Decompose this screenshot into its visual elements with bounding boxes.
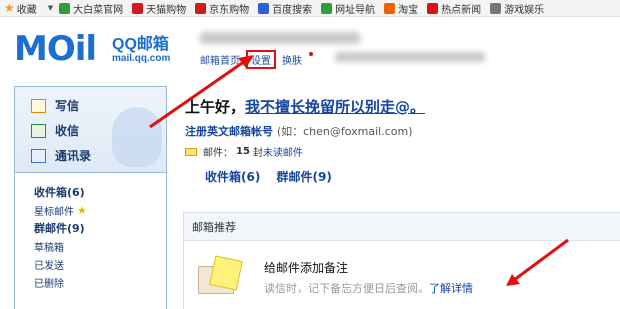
quick-inbox-link[interactable]: 收件箱(6) [205, 170, 260, 184]
nickname-link[interactable]: 我不擅长挽留所以别走@。 [245, 98, 425, 116]
recommend-header: 邮箱推荐 [184, 213, 620, 241]
nav-settings[interactable]: 设置 [246, 50, 276, 69]
quick-group-link[interactable]: 群邮件(9) [277, 170, 332, 184]
pencil-icon [31, 98, 46, 113]
star-icon: ★ [4, 1, 15, 15]
star-icon: ★ [77, 203, 87, 217]
bookmark-tmall[interactable]: 天猫购物 [132, 1, 186, 16]
contacts-icon [31, 148, 46, 163]
recommend-desc: 读信时，记下备忘方便日后查阅。了解详情 [264, 282, 473, 295]
news-icon [427, 2, 439, 14]
blurred-account-info [335, 52, 485, 62]
baidu-icon [258, 2, 270, 14]
bookmark-jd[interactable]: 京东购物 [195, 1, 249, 16]
folder-starred[interactable]: 星标邮件 ★ [34, 201, 166, 219]
penguin-watermark-icon [112, 107, 162, 167]
sidebar-actions: 写信 收信 通讯录 [15, 87, 166, 173]
jd-icon [195, 2, 207, 14]
download-icon [31, 123, 46, 138]
learn-more-link[interactable]: 了解详情 [429, 282, 473, 295]
folder-list: 收件箱(6) 星标邮件 ★ 群邮件(9) 草稿箱 已发送 已删除 [15, 173, 166, 291]
qqmail-logo[interactable]: MOil [14, 32, 97, 66]
tmall-icon [132, 2, 144, 14]
sidebar: 写信 收信 通讯录 收件箱(6) 星标邮件 ★ 群邮件(9) 草稿箱 已发送 已删… [14, 86, 167, 309]
chevron-down-icon[interactable]: ▼ [48, 4, 53, 12]
bookmark-dabaicai[interactable]: 大白菜官网 [59, 1, 123, 16]
top-nav: 邮箱首页 设置 换肤 [200, 50, 325, 69]
bookmark-news[interactable]: 热点新闻 [427, 1, 481, 16]
unread-mail-link[interactable]: 未读邮件 [263, 144, 303, 159]
logo-text: QQ邮箱 mail.qq.com [112, 36, 171, 64]
bookmark-taobao[interactable]: 淘宝 [384, 1, 418, 16]
site-icon [59, 2, 71, 14]
nav-mail-home[interactable]: 邮箱首页 [200, 52, 240, 67]
notification-dot [309, 52, 313, 56]
folder-inbox[interactable]: 收件箱(6) [34, 183, 166, 201]
mail-header: MOil QQ邮箱 mail.qq.com 邮箱首页 设置 换肤 [0, 18, 620, 78]
folder-deleted[interactable]: 已删除 [34, 273, 166, 291]
bookmark-favorites[interactable]: 收藏 [17, 1, 37, 16]
folder-group[interactable]: 群邮件(9) [34, 219, 166, 237]
bookmarks-bar: ★ 收藏 ▼ 大白菜官网 天猫购物 京东购物 百度搜索 网址导航 淘宝 热点新闻… [0, 0, 620, 17]
bookmark-game[interactable]: 游戏娱乐 [490, 1, 544, 16]
blurred-account-name [200, 32, 360, 44]
taobao-icon [384, 2, 396, 14]
bookmark-nav[interactable]: 网址导航 [321, 1, 375, 16]
recommend-panel: 邮箱推荐 给邮件添加备注 读信时，记下备忘方便日后查阅。了解详情 [183, 212, 620, 309]
mail-summary: 邮件： 15 封 未读邮件 [185, 144, 620, 159]
main-content: 上午好，我不擅长挽留所以别走@。 注册英文邮箱帐号 (如：chen@foxmai… [185, 96, 620, 185]
folder-drafts[interactable]: 草稿箱 [34, 237, 166, 255]
game-icon [490, 2, 502, 14]
register-english-account[interactable]: 注册英文邮箱帐号 (如：chen@foxmail.com) [185, 123, 620, 139]
greeting: 上午好，我不擅长挽留所以别走@。 [185, 98, 426, 116]
bookmark-baidu[interactable]: 百度搜索 [258, 1, 312, 16]
recommend-title: 给邮件添加备注 [264, 261, 349, 275]
nav-skin[interactable]: 换肤 [282, 52, 319, 67]
quick-links: 收件箱(6) 群邮件(9) [205, 168, 620, 185]
envelope-icon [185, 147, 197, 156]
folder-sent[interactable]: 已发送 [34, 255, 166, 273]
nav-icon [321, 2, 333, 14]
note-envelope-icon [198, 255, 243, 296]
